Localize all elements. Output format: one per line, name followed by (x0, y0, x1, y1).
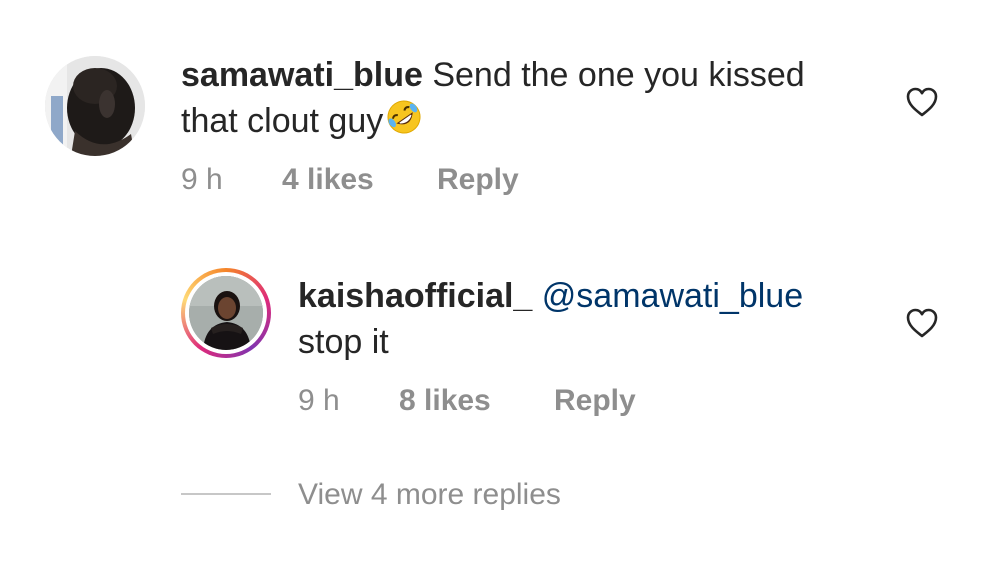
reply-button[interactable]: Reply (437, 162, 519, 198)
comment-time: 9 h (181, 163, 223, 196)
heart-outline-icon[interactable] (905, 307, 939, 339)
replies-divider (181, 493, 271, 495)
reply-button[interactable]: Reply (554, 383, 636, 419)
comment-text: stop it (298, 323, 389, 361)
comment-mention[interactable]: @samawati_blue (542, 277, 803, 315)
avatar[interactable] (189, 276, 263, 350)
avatar-photo (45, 56, 145, 156)
comment-time: 9 h (298, 384, 340, 417)
comment-username[interactable]: samawati_blue (181, 56, 423, 94)
comment-body: kaishaofficial_ @samawati_bluestop it (298, 273, 878, 365)
comment-likes[interactable]: 8 likes (399, 383, 491, 419)
comment-username[interactable]: kaishaofficial_ (298, 277, 532, 315)
view-more-replies-button[interactable]: View 4 more replies (298, 477, 561, 513)
avatar[interactable] (45, 56, 145, 156)
avatar-photo (189, 276, 263, 350)
rolling-on-floor-laughing-emoji-icon (385, 98, 423, 148)
comment-body: samawati_blue Send the one you kissed th… (181, 52, 831, 148)
comment-likes[interactable]: 4 likes (282, 162, 374, 198)
heart-outline-icon[interactable] (905, 86, 939, 118)
